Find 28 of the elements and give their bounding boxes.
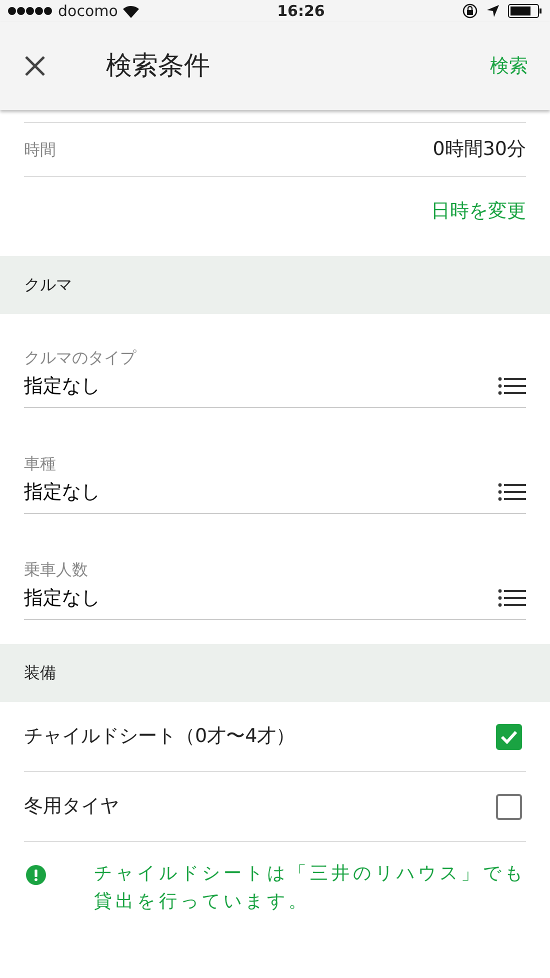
option-label: チャイルドシート（0才〜4才） <box>24 724 296 750</box>
section-header: 装備 <box>0 644 550 702</box>
rotation-lock-icon <box>462 3 478 19</box>
option-label: 冬用タイヤ <box>24 794 119 820</box>
list-icon <box>498 589 526 608</box>
select-field[interactable]: 指定なし <box>24 476 526 514</box>
list-icon <box>498 483 526 502</box>
location-arrow-icon <box>486 4 500 18</box>
time-value: 0時間30分 <box>432 137 526 162</box>
close-button[interactable] <box>24 55 46 77</box>
field-label: クルマのタイプ <box>24 347 138 369</box>
field-label: 車種 <box>24 453 57 475</box>
info-note: チャイルドシートは「三井のリハウス」でも貸出を行っています。 <box>94 862 526 914</box>
list-icon <box>498 377 526 396</box>
signal-icon <box>8 6 54 16</box>
section-header: クルマ <box>0 256 550 314</box>
field-label: 乗車人数 <box>24 559 89 581</box>
select-field[interactable]: 指定なし <box>24 582 526 620</box>
time-label: 時間 <box>24 138 56 160</box>
screen-title: 検索条件 <box>106 50 211 82</box>
wifi-icon <box>122 4 140 18</box>
checkbox[interactable] <box>496 794 522 820</box>
select-field[interactable]: 指定なし <box>24 370 526 408</box>
clock-time: 16:26 <box>276 0 326 22</box>
check-icon <box>500 730 518 744</box>
carrier-name: docomo <box>58 0 118 22</box>
battery-icon <box>508 4 542 18</box>
checkbox[interactable] <box>496 724 522 750</box>
